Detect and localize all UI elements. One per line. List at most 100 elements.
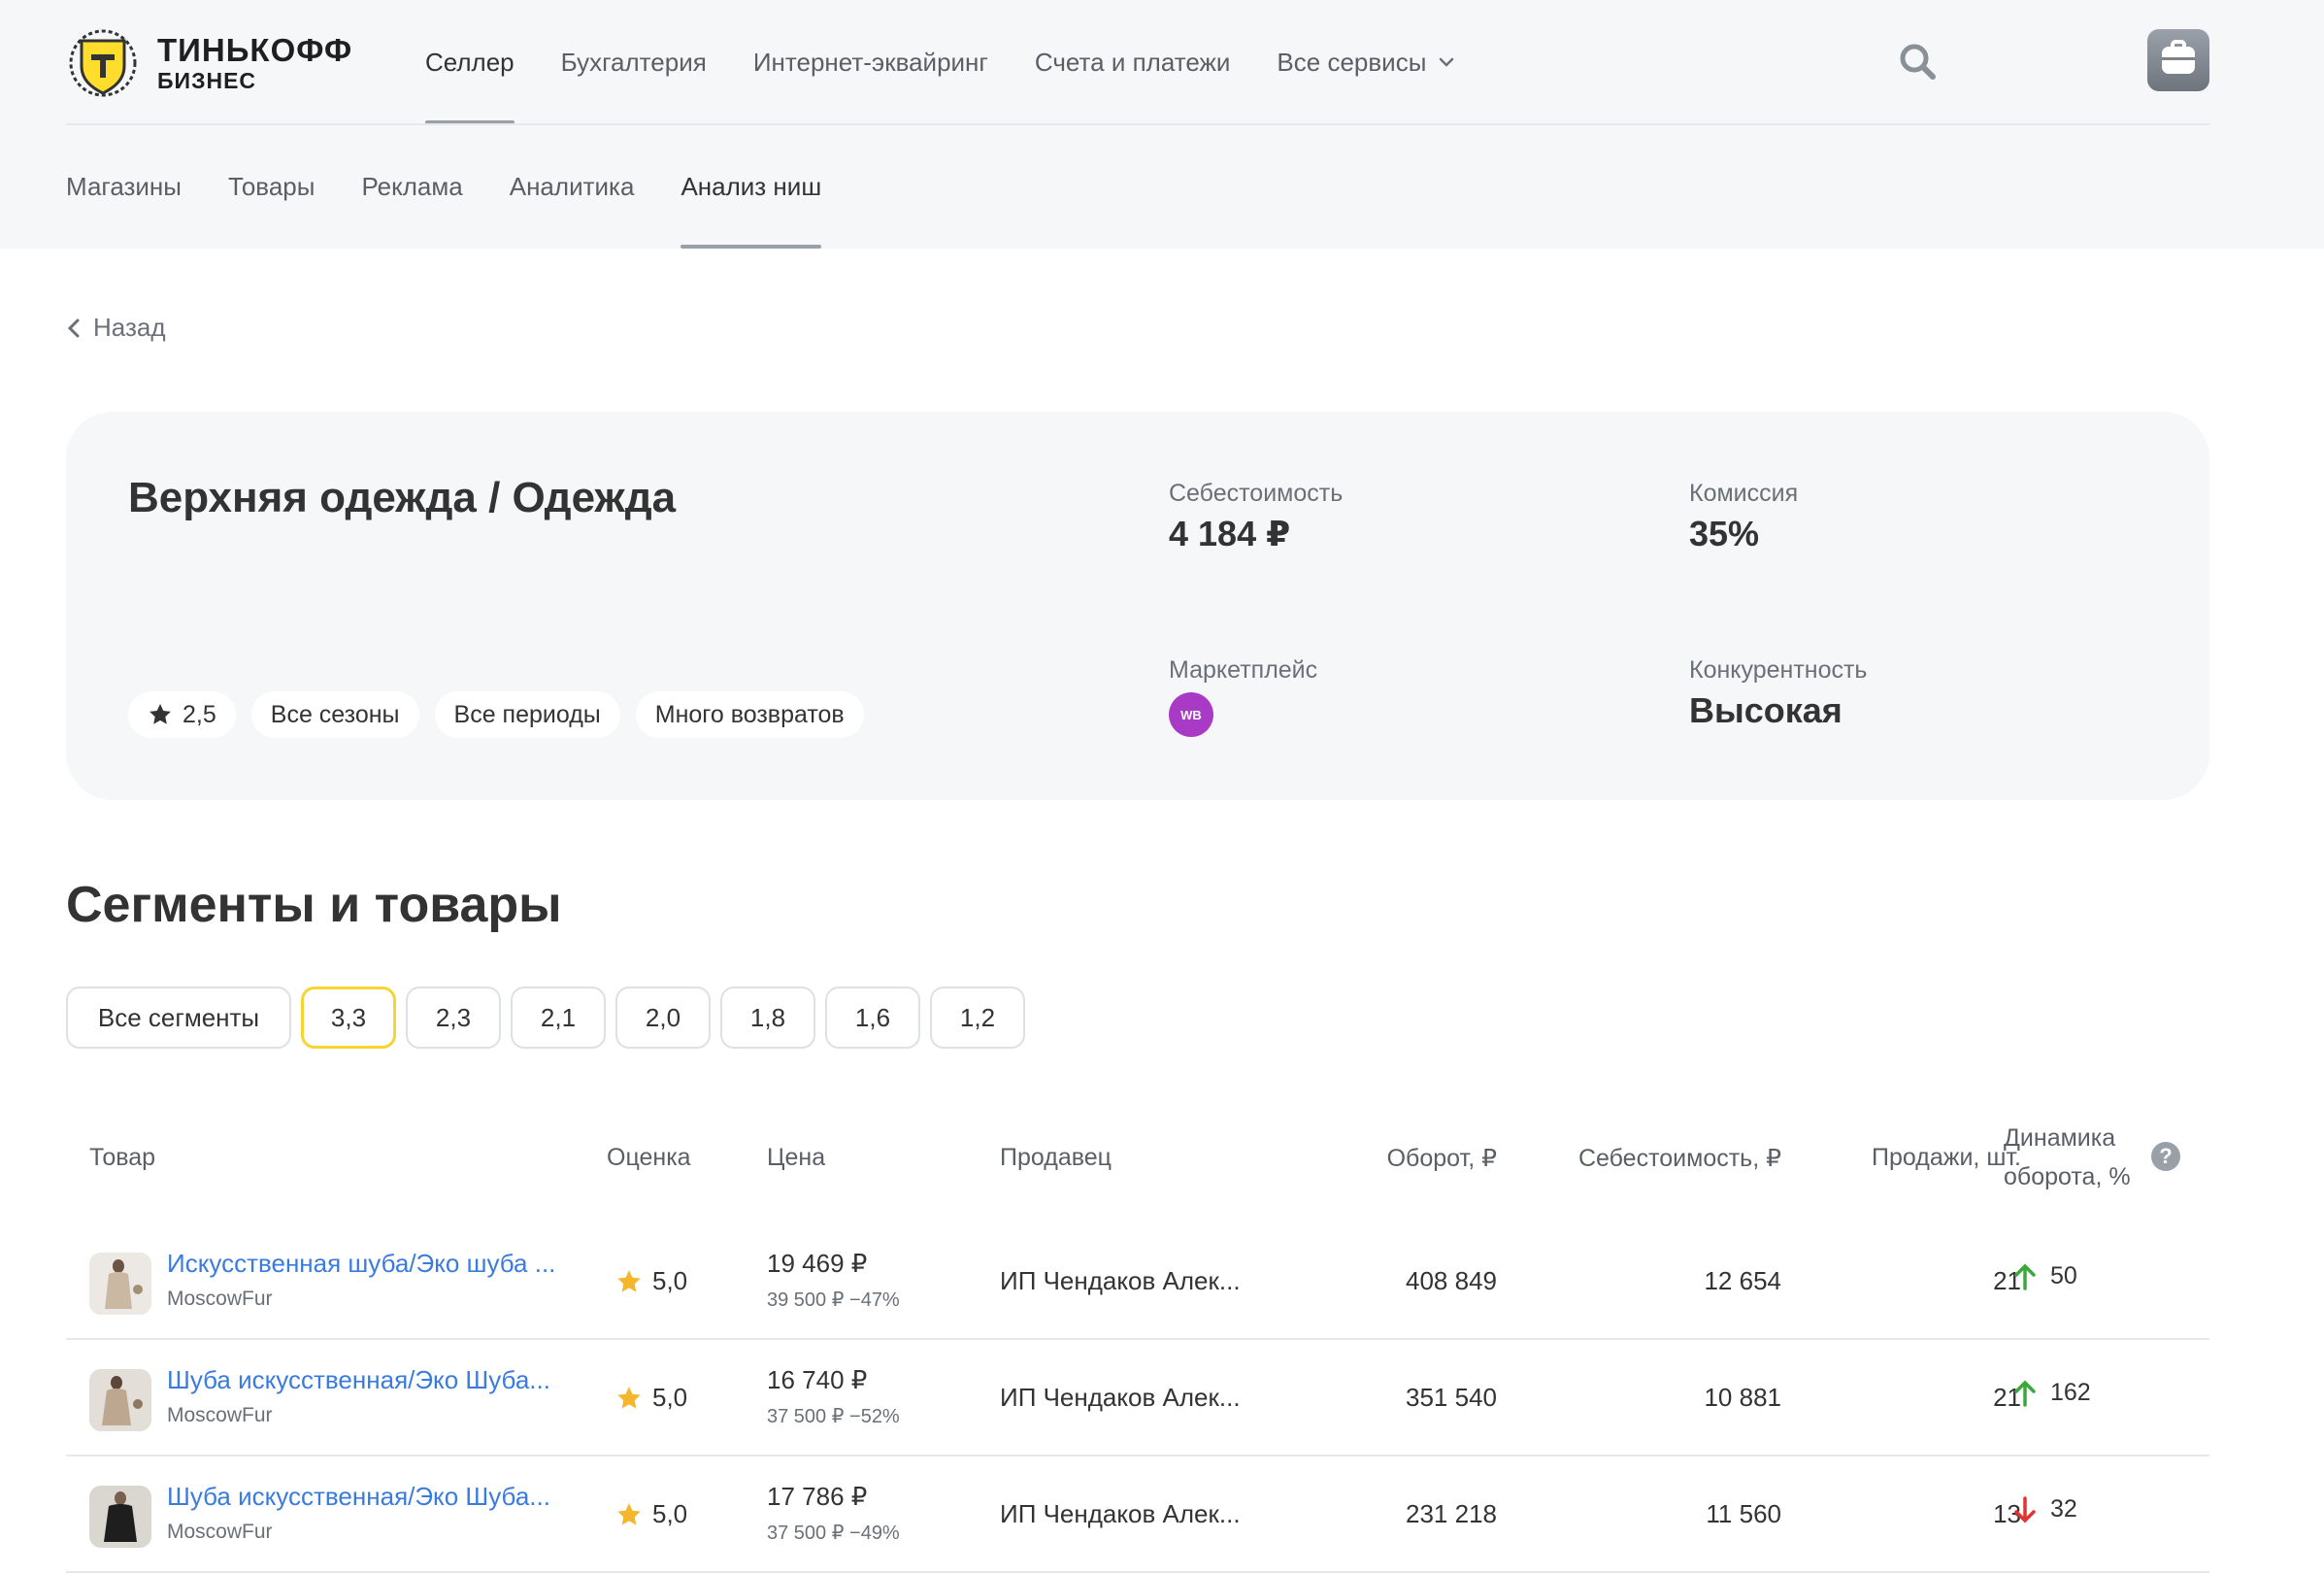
dynamics: 162: [2013, 1379, 2091, 1407]
segment-chip[interactable]: 1,8: [720, 987, 815, 1049]
nav-accounting[interactable]: Бухгалтерия: [561, 0, 707, 124]
rating-value: 5,0: [652, 1499, 688, 1528]
segment-filters: Все сегменты 3,3 2,3 2,1 2,0 1,8 1,6 1,2: [66, 987, 1035, 1049]
competition-value: Высокая: [1689, 690, 1843, 730]
product-name-link[interactable]: Искусственная шуба/Эко шуба ...: [167, 1249, 555, 1279]
arrow-up-icon: [2014, 1263, 2036, 1290]
table-row[interactable]: Шуба искусственная/Эко Шуба... MoscowFur…: [66, 1456, 2209, 1573]
col-sales[interactable]: Продажи, шт.: [1872, 1144, 2021, 1172]
nav-all-services[interactable]: Все сервисы: [1277, 0, 1455, 124]
rating-value: 5,0: [652, 1383, 688, 1412]
brand-sub: БИЗНЕС: [157, 68, 257, 93]
col-turnover[interactable]: Оборот, ₽: [1387, 1144, 1497, 1173]
cost-stat: Себестоимость 4 184 ₽: [1169, 480, 1343, 554]
tab-shops[interactable]: Магазины: [66, 124, 182, 249]
marketplace-label: Маркетплейс: [1169, 656, 1318, 684]
product-thumbnail[interactable]: [89, 1369, 151, 1431]
star-icon: [617, 1386, 641, 1408]
commission-value: 35%: [1689, 514, 1760, 553]
col-product[interactable]: Товар: [89, 1144, 155, 1172]
dynamics-value: 162: [2050, 1379, 2091, 1406]
header: ТИНЬКОФФ БИЗНЕС Селлер Бухгалтерия Интер…: [0, 0, 2324, 249]
product-photo-icon: [89, 1369, 151, 1431]
product-rating: 5,0: [615, 1266, 687, 1296]
help-icon[interactable]: ?: [2151, 1142, 2180, 1171]
product-name-link[interactable]: Шуба искусственная/Эко Шуба...: [167, 1482, 550, 1512]
table-row[interactable]: Шуба искусственная/Эко Шуба... MoscowFur…: [66, 1340, 2209, 1456]
briefcase-icon: [2162, 47, 2195, 74]
arrow-up-icon: [2014, 1380, 2036, 1407]
marketplace-stat: Маркетплейс WB: [1169, 656, 1317, 737]
dynamics: 50: [2013, 1262, 2077, 1290]
business-profile-button[interactable]: [2147, 29, 2209, 91]
season-tag: Все сезоны: [250, 691, 419, 738]
product-photo-icon: [89, 1486, 151, 1548]
commission-label: Комиссия: [1689, 480, 1799, 507]
segment-chip[interactable]: 1,2: [930, 987, 1025, 1049]
star-icon: [149, 704, 171, 724]
table-row[interactable]: Искусственная шуба/Эко шуба ... MoscowFu…: [66, 1223, 2209, 1340]
turnover-value: 408 849: [1406, 1266, 1497, 1295]
products-table: Товар Оценка Цена Продавец Оборот, ₽ Себ…: [66, 1107, 2209, 1573]
segment-chip[interactable]: 2,1: [511, 987, 606, 1049]
product-name-link[interactable]: Шуба искусственная/Эко Шуба...: [167, 1365, 550, 1395]
dynamics-value: 50: [2050, 1262, 2077, 1289]
star-icon: [617, 1269, 641, 1291]
back-link[interactable]: Назад: [66, 313, 166, 343]
col-price[interactable]: Цена: [767, 1144, 825, 1172]
nav-seller[interactable]: Селлер: [425, 0, 515, 124]
arrow-down-icon: [2014, 1495, 2036, 1523]
segment-chip[interactable]: 1,6: [825, 987, 920, 1049]
tab-analytics[interactable]: Аналитика: [510, 124, 635, 249]
turnover-value: 231 218: [1406, 1499, 1497, 1528]
product-brand: MoscowFur: [167, 1521, 273, 1543]
segment-chip[interactable]: 2,3: [406, 987, 501, 1049]
back-label: Назад: [93, 313, 166, 342]
product-brand: MoscowFur: [167, 1288, 273, 1310]
cost-value: 10 881: [1704, 1383, 1781, 1412]
tab-products[interactable]: Товары: [228, 124, 315, 249]
product-thumbnail[interactable]: [89, 1486, 151, 1548]
niche-tags: 2,5 Все сезоны Все периоды Много возврат…: [128, 691, 880, 738]
niche-title: Верхняя одежда / Одежда: [128, 474, 677, 521]
nav-accounts-payments[interactable]: Счета и платежи: [1035, 0, 1231, 124]
seller-name: ИП Чендаков Алек...: [1000, 1499, 1241, 1528]
tab-ads[interactable]: Реклама: [361, 124, 462, 249]
competition-stat: Конкурентность Высокая: [1689, 656, 1867, 731]
competition-label: Конкурентность: [1689, 656, 1868, 684]
old-price-discount: 39 500 ₽ −47%: [767, 1289, 900, 1311]
rating-tag-value: 2,5: [183, 700, 216, 728]
tab-niche-analysis[interactable]: Анализ ниш: [681, 124, 821, 249]
col-dynamics-sub: оборота, %: [2004, 1163, 2131, 1190]
price: 17 786 ₽: [767, 1482, 868, 1511]
segment-all[interactable]: Все сегменты: [66, 987, 291, 1049]
shield-emblem-icon: [69, 29, 137, 97]
product-thumbnail[interactable]: [89, 1253, 151, 1315]
nav-acquiring[interactable]: Интернет-эквайринг: [753, 0, 988, 124]
section-title: Сегменты и товары: [66, 877, 562, 933]
period-tag: Все периоды: [434, 691, 620, 738]
dynamics: 32: [2013, 1495, 2077, 1523]
nav-all-services-label: Все сервисы: [1277, 47, 1427, 77]
old-price-discount: 37 500 ₽ −49%: [767, 1523, 900, 1544]
brand-name: ТИНЬКОФФ: [157, 32, 353, 68]
product-rating: 5,0: [615, 1499, 687, 1529]
segment-chip[interactable]: 2,0: [615, 987, 711, 1049]
cost-label: Себестоимость: [1169, 480, 1344, 507]
col-cost[interactable]: Себестоимость, ₽: [1578, 1144, 1781, 1173]
cost-value: 4 184 ₽: [1169, 514, 1291, 553]
briefcase-icon-strap: [2162, 57, 2195, 60]
col-rating[interactable]: Оценка: [607, 1144, 691, 1172]
brand-logo[interactable]: ТИНЬКОФФ БИЗНЕС: [66, 29, 352, 97]
turnover-value: 351 540: [1406, 1383, 1497, 1412]
sub-nav: Магазины Товары Реклама Аналитика Анализ…: [66, 124, 868, 249]
product-rating: 5,0: [615, 1383, 687, 1413]
search-icon[interactable]: [1897, 41, 1938, 82]
rating-tag: 2,5: [128, 691, 236, 738]
cost-value: 12 654: [1704, 1266, 1781, 1295]
price: 19 469 ₽: [767, 1249, 868, 1278]
col-seller[interactable]: Продавец: [1000, 1144, 1112, 1172]
segment-chip[interactable]: 3,3: [301, 987, 396, 1049]
col-dynamics[interactable]: Динамика: [2004, 1124, 2115, 1153]
main-nav: Селлер Бухгалтерия Интернет-эквайринг Сч…: [425, 0, 1502, 124]
